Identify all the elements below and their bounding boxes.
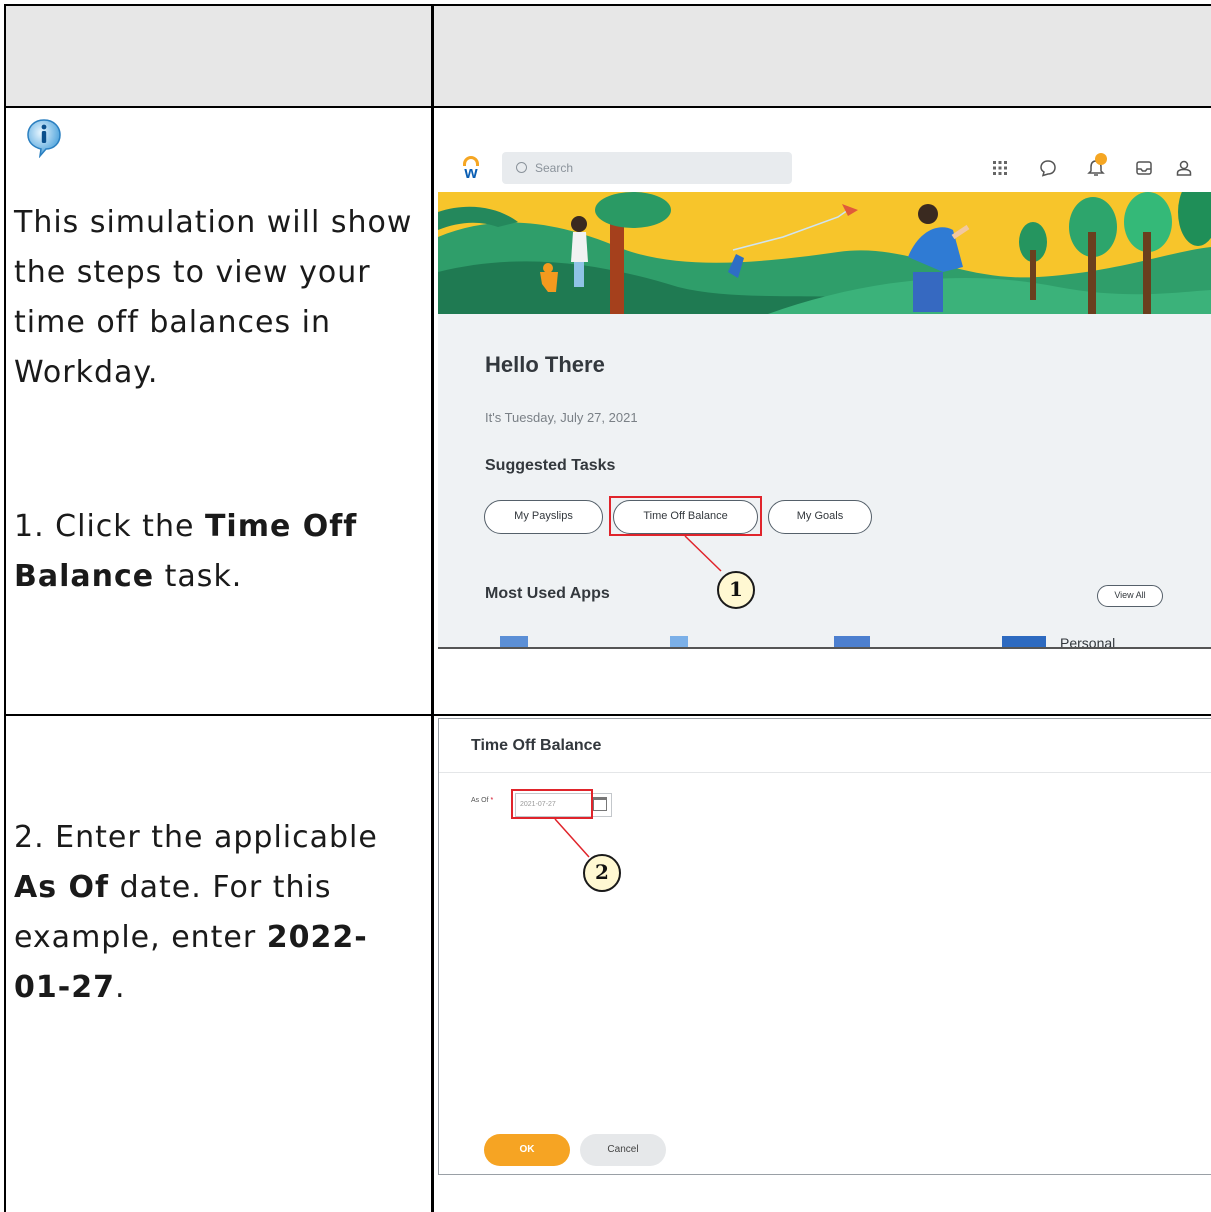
header-cell-left bbox=[6, 6, 431, 106]
step-2-suffix: . bbox=[114, 970, 126, 1005]
chat-icon[interactable] bbox=[1037, 157, 1059, 179]
app-personal-label: Personal bbox=[1060, 635, 1116, 649]
time-off-balance-title: Time Off Balance bbox=[471, 737, 602, 754]
calendar-icon[interactable] bbox=[593, 797, 607, 811]
required-mark: * bbox=[490, 797, 494, 804]
profile-icon[interactable] bbox=[1173, 157, 1195, 179]
step-2-text: 2. Enter the applicable As Of date. For … bbox=[14, 813, 424, 1013]
step-2-prefix: 2. Enter the applicable bbox=[14, 820, 378, 855]
date-line: It's Tuesday, July 27, 2021 bbox=[485, 410, 638, 425]
greeting-heading: Hello There bbox=[485, 352, 605, 377]
header-cell-right bbox=[434, 6, 1211, 106]
step-2-bold: As Of bbox=[14, 870, 110, 905]
info-icon bbox=[27, 119, 61, 158]
app-icon-stub[interactable] bbox=[1002, 636, 1046, 647]
workday-home-screenshot: w Search Hello There It's Tuesday, July … bbox=[438, 146, 1211, 649]
time-off-balance-screenshot: Time Off Balance As Of * 2021-07-27 2 OK… bbox=[438, 718, 1211, 1175]
table-border-row1 bbox=[4, 106, 1211, 108]
welcome-banner-illustration bbox=[438, 192, 1211, 314]
most-used-apps-heading: Most Used Apps bbox=[485, 585, 610, 602]
view-all-button[interactable]: View All bbox=[1097, 585, 1163, 607]
search-input[interactable]: Search bbox=[502, 152, 792, 184]
task-my-goals-button[interactable]: My Goals bbox=[768, 500, 872, 534]
search-placeholder: Search bbox=[535, 161, 574, 175]
notification-badge bbox=[1095, 153, 1107, 165]
as-of-label-text: As Of bbox=[471, 797, 489, 804]
table-border-top bbox=[4, 4, 1211, 6]
app-icon-stub[interactable] bbox=[670, 636, 688, 647]
callout-2-pointer bbox=[554, 818, 590, 858]
workday-logo[interactable]: w bbox=[458, 154, 484, 184]
table-border-row2 bbox=[4, 714, 1211, 716]
apps-grid-icon[interactable] bbox=[989, 157, 1011, 179]
as-of-date-highlight bbox=[511, 789, 593, 819]
suggested-tasks-heading: Suggested Tasks bbox=[485, 457, 616, 474]
inbox-icon[interactable] bbox=[1133, 157, 1155, 179]
as-of-label: As Of * bbox=[471, 797, 493, 804]
table-border-middle bbox=[431, 4, 434, 1212]
ok-button[interactable]: OK bbox=[484, 1134, 570, 1166]
cancel-button[interactable]: Cancel bbox=[580, 1134, 666, 1166]
search-icon bbox=[516, 162, 527, 173]
table-border-left bbox=[4, 4, 6, 1212]
callout-2-badge: 2 bbox=[583, 854, 621, 892]
callout-1-badge: 1 bbox=[717, 571, 755, 609]
step-1-text: 1. Click the Time Off Balance task. bbox=[14, 502, 424, 602]
step-1-suffix: task. bbox=[154, 559, 243, 594]
task-my-payslips-button[interactable]: My Payslips bbox=[484, 500, 603, 534]
app-icon-stub[interactable] bbox=[834, 636, 870, 647]
workday-top-bar: w Search bbox=[438, 146, 1211, 192]
time-off-balance-highlight bbox=[609, 496, 762, 536]
app-icon-stub[interactable] bbox=[500, 636, 528, 647]
bell-icon[interactable] bbox=[1085, 153, 1107, 179]
intro-text: This simulation will show the steps to v… bbox=[14, 205, 413, 390]
workday-logo-arc bbox=[463, 156, 479, 166]
step-1-prefix: 1. Click the bbox=[14, 509, 205, 544]
title-divider bbox=[439, 772, 1211, 773]
